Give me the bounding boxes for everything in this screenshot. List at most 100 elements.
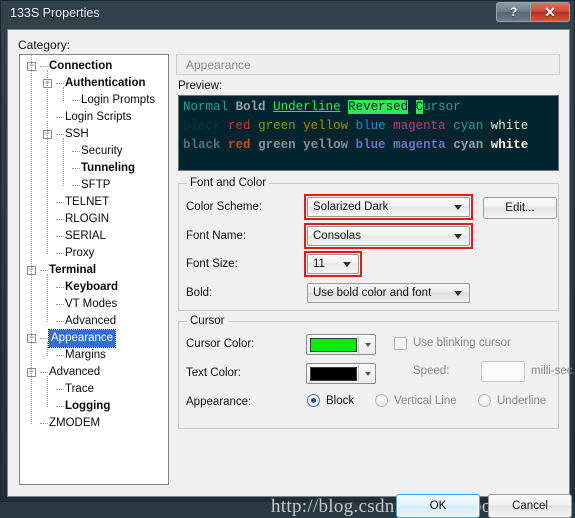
- chevron-down-icon: [454, 205, 462, 210]
- help-button[interactable]: ?: [496, 2, 530, 22]
- preview-segment: black: [183, 138, 221, 152]
- tree-item-login-scripts[interactable]: Login Scripts: [20, 109, 168, 126]
- color-scheme-value: Solarized Dark: [313, 201, 389, 213]
- preview-segment: [221, 119, 229, 133]
- preview-segment: [483, 119, 491, 133]
- tree-item-sftp[interactable]: SFTP: [20, 177, 168, 194]
- tree-connector: [40, 372, 48, 373]
- bold-label: Bold:: [186, 287, 213, 299]
- tree-item-security[interactable]: Security: [20, 143, 168, 160]
- tree-item-logging[interactable]: Logging: [20, 398, 168, 415]
- radio-block[interactable]: [307, 394, 320, 407]
- tree-item-label: SERIAL: [65, 230, 106, 242]
- speed-label: Speed:: [413, 365, 450, 377]
- tree-connector: [72, 151, 80, 152]
- preview-segment: [341, 100, 349, 114]
- tree-item-serial[interactable]: SERIAL: [20, 228, 168, 245]
- tree-item-tunneling[interactable]: Tunneling: [20, 160, 168, 177]
- tree-item-label: Keyboard: [65, 281, 119, 293]
- tree-connector: [72, 100, 80, 101]
- preview-label: Preview:: [178, 80, 223, 92]
- category-label: Category:: [18, 38, 71, 52]
- tree-item-proxy[interactable]: Proxy: [20, 245, 168, 262]
- tree-item-login-prompts[interactable]: Login Prompts: [20, 92, 168, 109]
- preview-segment: black: [183, 119, 221, 133]
- tree-connector: [56, 117, 64, 118]
- tree-item-advanced[interactable]: Advanced: [20, 313, 168, 330]
- cursor-color-label: Cursor Color:: [186, 338, 255, 350]
- tree-item-label: Terminal: [49, 264, 97, 276]
- tree-item-zmodem[interactable]: ZMODEM: [20, 415, 168, 432]
- blinking-cursor-checkbox[interactable]: [394, 337, 407, 350]
- font-size-label: Font Size:: [186, 258, 238, 270]
- font-size-combo[interactable]: 11: [307, 254, 359, 274]
- tree-item-label: VT Modes: [65, 298, 118, 310]
- tree-connector: [40, 423, 48, 424]
- terminal-preview: Normal Bold Underline Reversed Cursor bl…: [178, 95, 559, 171]
- tree-item-label: Login Prompts: [81, 94, 156, 106]
- bold-combo[interactable]: Use bold color and font: [307, 283, 470, 303]
- speed-input[interactable]: [481, 361, 525, 382]
- preview-segment: Normal: [183, 100, 229, 114]
- tree-item-vt-modes[interactable]: VT Modes: [20, 296, 168, 313]
- font-name-value: Consolas: [313, 230, 361, 242]
- chevron-down-icon: [365, 371, 371, 376]
- page-header: Appearance: [176, 54, 560, 75]
- tree-connector: [40, 270, 48, 271]
- preview-segment: [251, 119, 259, 133]
- tree-item-margins[interactable]: Margins: [20, 347, 168, 364]
- color-scheme-combo[interactable]: Solarized Dark: [307, 197, 470, 217]
- tree-item-ssh[interactable]: SSH: [20, 126, 168, 143]
- tree-item-appearance[interactable]: Appearance: [20, 329, 168, 348]
- tree-item-label: Advanced: [49, 366, 101, 378]
- preview-segment: [348, 119, 356, 133]
- tree-item-label: Authentication: [65, 77, 146, 89]
- tree-item-label: Proxy: [65, 247, 95, 259]
- text-color-picker[interactable]: [306, 363, 376, 384]
- radio-vertical-line-label: Vertical Line: [394, 395, 457, 407]
- tree-item-rlogin[interactable]: RLOGIN: [20, 211, 168, 228]
- preview-segment: red: [228, 138, 251, 152]
- tree-item-telnet[interactable]: TELNET: [20, 194, 168, 211]
- cancel-button[interactable]: Cancel: [488, 494, 572, 518]
- close-button[interactable]: ✕: [530, 2, 570, 22]
- chevron-down-icon: [454, 291, 462, 296]
- tree-connector: [56, 253, 64, 254]
- preview-segment: white: [490, 119, 529, 133]
- preview-segment: magenta: [393, 119, 446, 133]
- preview-segment: cyan: [453, 138, 484, 152]
- chevron-down-icon: [343, 262, 351, 267]
- tree-item-keyboard[interactable]: Keyboard: [20, 279, 168, 296]
- window-title: 133S Properties: [10, 6, 100, 20]
- preview-segment: Underline: [273, 100, 341, 114]
- swatch-divider: [358, 365, 359, 382]
- tree-connector: [56, 134, 64, 135]
- tree-item-terminal[interactable]: Terminal: [20, 262, 168, 279]
- page-title: Appearance: [186, 57, 251, 72]
- tree-item-label: Connection: [49, 60, 113, 72]
- text-color-swatch: [310, 366, 357, 381]
- tree-connector: [40, 338, 48, 339]
- tree-connector: [56, 83, 64, 84]
- tree-guide-line: [31, 55, 32, 424]
- preview-segment: Reversed: [348, 100, 409, 114]
- bold-value: Use bold color and font: [313, 287, 432, 299]
- edit-button[interactable]: Edit...: [483, 197, 557, 219]
- chevron-down-icon: [365, 342, 371, 347]
- tree-item-label: TELNET: [65, 196, 110, 208]
- preview-segment: cyan: [453, 119, 484, 133]
- category-tree[interactable]: Connection Authentication Login Prompts Log…: [19, 54, 169, 485]
- tree-connector: [56, 355, 64, 356]
- cursor-legend: Cursor: [187, 315, 228, 327]
- tree-item-advanced[interactable]: Advanced: [20, 364, 168, 381]
- tree-connector: [72, 168, 80, 169]
- cursor-color-picker[interactable]: [306, 334, 376, 355]
- tree-item-trace[interactable]: Trace: [20, 381, 168, 398]
- font-name-combo[interactable]: Consolas: [307, 226, 470, 246]
- ok-button[interactable]: OK: [396, 494, 480, 518]
- radio-vertical-line[interactable]: [375, 394, 388, 407]
- radio-underline[interactable]: [478, 394, 491, 407]
- tree-item-authentication[interactable]: Authentication: [20, 75, 168, 92]
- tree-item-label: Login Scripts: [65, 111, 132, 123]
- tree-item-connection[interactable]: Connection: [20, 58, 168, 75]
